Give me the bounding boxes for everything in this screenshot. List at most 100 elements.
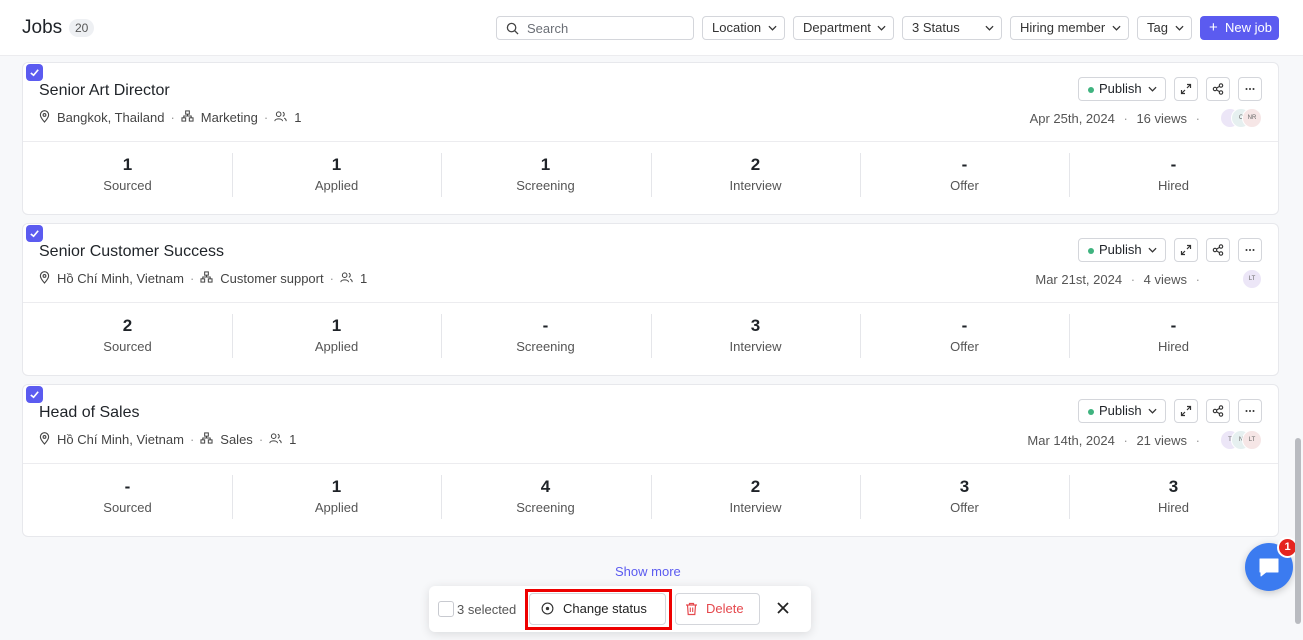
bulk-action-bar: 3 selected Change status Delete (429, 586, 811, 632)
job-date: Mar 21st, 2024 (1035, 272, 1123, 287)
delete-button[interactable]: Delete (675, 593, 760, 625)
stat-applied[interactable]: 1 Applied (232, 153, 441, 197)
share-button[interactable] (1206, 77, 1230, 101)
stat-label: Interview (729, 500, 782, 515)
job-title[interactable]: Head of Sales (39, 404, 140, 422)
stat-applied[interactable]: 1 Applied (232, 314, 441, 358)
more-icon (1245, 249, 1255, 251)
expand-button[interactable] (1174, 238, 1198, 262)
stat-label: Screening (516, 178, 575, 193)
department-filter[interactable]: Department (793, 16, 894, 40)
stat-interview[interactable]: 2 Interview (651, 153, 860, 197)
stat-interview[interactable]: 3 Interview (651, 314, 860, 358)
stat-sourced[interactable]: 1 Sourced (23, 153, 232, 197)
job-card: Senior Art Director Bangkok, Thailand · M… (22, 62, 1279, 215)
tag-filter[interactable]: Tag (1137, 16, 1192, 40)
select-all-checkbox[interactable] (438, 601, 454, 617)
stat-screening[interactable]: 4 Screening (441, 475, 650, 519)
stat-label: Hired (1157, 500, 1190, 515)
status-filter[interactable]: 3 Status (902, 16, 1002, 40)
publish-status-dropdown[interactable]: Publish (1078, 77, 1166, 101)
stat-value: 1 (331, 316, 342, 335)
members-icon (340, 271, 353, 286)
job-select-checkbox[interactable] (26, 64, 43, 81)
chevron-down-icon (985, 25, 994, 31)
job-title[interactable]: Senior Customer Success (39, 243, 224, 261)
trash-icon (686, 602, 697, 616)
stat-label: Interview (729, 178, 782, 193)
job-department: Marketing (200, 110, 258, 126)
chevron-down-icon (1148, 86, 1157, 92)
stat-offer[interactable]: - Offer (860, 314, 1069, 358)
expand-icon (1180, 244, 1192, 256)
stat-screening[interactable]: 1 Screening (441, 153, 650, 197)
job-views: 16 views (1136, 111, 1188, 126)
stat-divider (651, 314, 652, 358)
scrollbar-thumb[interactable] (1295, 438, 1301, 624)
members-icon (274, 110, 287, 125)
stat-value: - (124, 477, 131, 496)
page-header: Jobs 20 Location Department 3 Status Hir… (0, 0, 1303, 56)
close-icon[interactable] (776, 601, 790, 615)
expand-icon (1180, 405, 1192, 417)
job-views: 21 views (1136, 433, 1188, 448)
hiring-member-filter[interactable]: Hiring member (1010, 16, 1129, 40)
job-select-checkbox[interactable] (26, 225, 43, 242)
stat-divider (441, 153, 442, 197)
expand-button[interactable] (1174, 77, 1198, 101)
job-select-checkbox[interactable] (26, 386, 43, 403)
plus-icon: + (1209, 19, 1218, 36)
stat-label: Offer (950, 500, 979, 515)
stat-divider (860, 153, 861, 197)
show-more-link[interactable]: Show more (615, 564, 681, 579)
hiring-member-avatars[interactable]: C NR (1220, 108, 1262, 128)
share-button[interactable] (1206, 238, 1230, 262)
stat-value: 2 (750, 477, 761, 496)
delete-label: Delete (706, 601, 744, 616)
stat-value: - (542, 316, 549, 335)
stat-offer[interactable]: - Offer (860, 153, 1069, 197)
stat-label: Sourced (103, 178, 152, 193)
stat-offer[interactable]: 3 Offer (860, 475, 1069, 519)
expand-button[interactable] (1174, 399, 1198, 423)
stat-value: 2 (750, 155, 761, 174)
location-filter[interactable]: Location (702, 16, 785, 40)
new-job-button[interactable]: + New job (1200, 16, 1279, 40)
stat-value: 3 (1168, 477, 1179, 496)
stat-value: 1 (331, 477, 342, 496)
location-pin-icon (39, 431, 50, 448)
new-job-label: New job (1225, 20, 1272, 35)
stat-divider (441, 314, 442, 358)
publish-status-dropdown[interactable]: Publish (1078, 399, 1166, 423)
check-icon (30, 391, 39, 399)
more-options-button[interactable] (1238, 238, 1262, 262)
more-options-button[interactable] (1238, 399, 1262, 423)
job-location: Hồ Chí Minh, Vietnam (57, 271, 184, 287)
job-meta: Hồ Chí Minh, Vietnam · Customer support · … (39, 270, 367, 288)
department-filter-label: Department (803, 20, 871, 35)
job-member-count: 1 (289, 432, 297, 448)
stat-divider (1069, 314, 1070, 358)
selected-count: 3 selected (457, 602, 517, 617)
search-input[interactable] (527, 19, 687, 37)
hiring-member-avatars[interactable]: LT (1242, 269, 1262, 289)
avatar: NR (1242, 108, 1262, 128)
job-location: Hồ Chí Minh, Vietnam (57, 432, 184, 448)
stat-sourced[interactable]: 2 Sourced (23, 314, 232, 358)
stat-screening[interactable]: - Screening (441, 314, 650, 358)
stat-hired[interactable]: - Hired (1069, 314, 1278, 358)
stat-hired[interactable]: 3 Hired (1069, 475, 1278, 519)
job-title[interactable]: Senior Art Director (39, 82, 170, 100)
stat-interview[interactable]: 2 Interview (651, 475, 860, 519)
stat-sourced[interactable]: - Sourced (23, 475, 232, 519)
share-icon (1212, 244, 1224, 256)
stat-hired[interactable]: - Hired (1069, 153, 1278, 197)
more-options-button[interactable] (1238, 77, 1262, 101)
hiring-member-avatars[interactable]: T N LT (1220, 430, 1262, 450)
stat-label: Interview (729, 339, 782, 354)
search-box[interactable] (496, 16, 694, 40)
stat-applied[interactable]: 1 Applied (232, 475, 441, 519)
status-filter-label: 3 Status (912, 20, 960, 35)
publish-status-dropdown[interactable]: Publish (1078, 238, 1166, 262)
share-button[interactable] (1206, 399, 1230, 423)
